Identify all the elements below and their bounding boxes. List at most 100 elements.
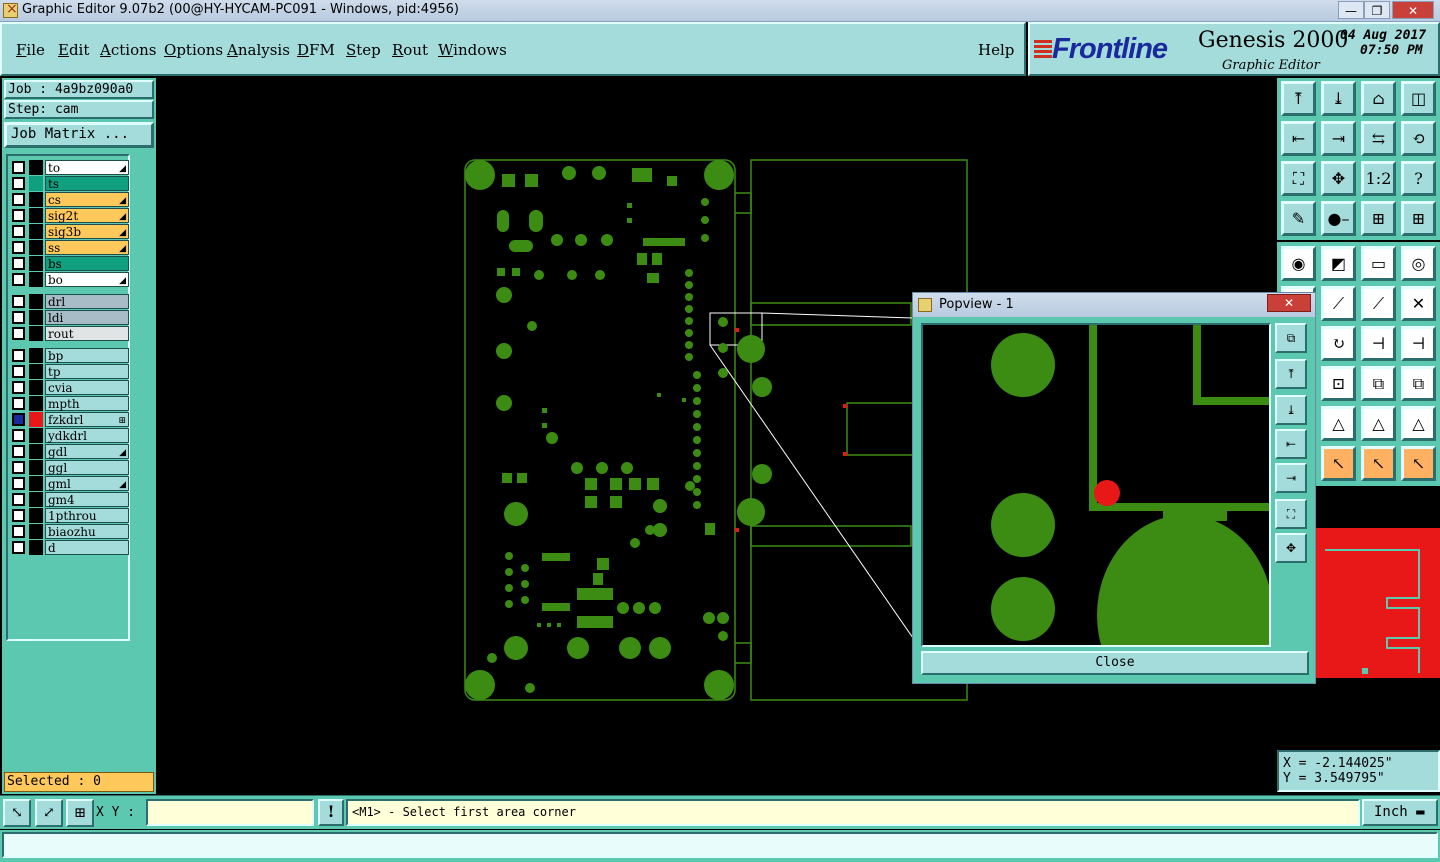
feature-3-icon[interactable]: ✕ xyxy=(1401,286,1436,321)
layer-row-ydkdrl[interactable]: ydkdrl xyxy=(10,428,129,443)
popview-fit-icon[interactable]: ⛶ xyxy=(1275,499,1307,529)
popview-pan-down-icon[interactable]: ⤓ xyxy=(1275,395,1307,425)
layer-name[interactable]: to ◢ xyxy=(45,160,129,175)
align-2-icon[interactable]: ⧉ xyxy=(1361,366,1396,401)
layer-color-swatch[interactable] xyxy=(29,176,43,191)
layer-color-swatch[interactable] xyxy=(29,364,43,379)
layer-checkbox[interactable] xyxy=(12,477,25,490)
layer-name[interactable]: bp xyxy=(45,348,129,363)
layer-row-cvia[interactable]: cvia xyxy=(10,380,129,395)
layer-name[interactable]: rout xyxy=(45,326,129,341)
layer-row-d[interactable]: d xyxy=(10,540,129,555)
menu-actions[interactable]: Actions xyxy=(100,41,156,59)
menu-dfm[interactable]: DFM xyxy=(297,41,335,59)
view-pan-3-icon[interactable]: ◫ xyxy=(1401,81,1436,116)
layer-name[interactable]: ydkdrl xyxy=(45,428,129,443)
layer-color-swatch[interactable] xyxy=(29,492,43,507)
layer-row-bp[interactable]: bp xyxy=(10,348,129,363)
popview-center-icon[interactable]: ✥ xyxy=(1275,533,1307,563)
layer-row-ggl[interactable]: ggl xyxy=(10,460,129,475)
layer-name[interactable]: ggl xyxy=(45,460,129,475)
layer-color-swatch[interactable] xyxy=(29,540,43,555)
profile-1-icon[interactable]: △ xyxy=(1321,406,1356,441)
layer-name[interactable]: sig3b ◢ xyxy=(45,224,129,239)
layer-name[interactable]: gdl ◢ xyxy=(45,444,129,459)
layer-row-gm4[interactable]: gm4 xyxy=(10,492,129,507)
layer-color-swatch[interactable] xyxy=(29,428,43,443)
layer-checkbox[interactable] xyxy=(12,177,25,190)
menu-options[interactable]: Options xyxy=(164,41,223,59)
layer-name[interactable]: mpth xyxy=(45,396,129,411)
layer-checkbox[interactable] xyxy=(12,349,25,362)
feature-1-icon[interactable]: ⟋ xyxy=(1321,286,1356,321)
layer-row-cs[interactable]: cs ◢ xyxy=(10,192,129,207)
menu-step[interactable]: Step xyxy=(346,41,381,59)
layer-color-swatch[interactable] xyxy=(29,476,43,491)
layer-checkbox[interactable] xyxy=(12,397,25,410)
layer-checkbox[interactable] xyxy=(12,509,25,522)
view-pan-0-icon[interactable]: ⤒ xyxy=(1281,81,1316,116)
layer-checkbox[interactable] xyxy=(12,193,25,206)
grid-icon[interactable]: ⊞ xyxy=(66,799,94,827)
layer-row-bs[interactable]: bs xyxy=(10,256,129,271)
layer-checkbox[interactable] xyxy=(12,541,25,554)
layer-row-to[interactable]: to ◢ xyxy=(10,160,129,175)
menu-edit[interactable]: Edit xyxy=(58,41,89,59)
layer-color-swatch[interactable] xyxy=(29,508,43,523)
pointer-3-icon[interactable]: ↖ xyxy=(1401,446,1436,481)
layer-checkbox[interactable] xyxy=(12,429,25,442)
zoom-0-icon[interactable]: ⛶ xyxy=(1281,161,1316,196)
xy-input[interactable] xyxy=(146,799,314,826)
layer-color-swatch[interactable] xyxy=(29,310,43,325)
pointer-2-icon[interactable]: ↖ xyxy=(1361,446,1396,481)
close-window-button[interactable]: ✕ xyxy=(1392,1,1434,19)
feature-2-icon[interactable]: ⟋ xyxy=(1361,286,1396,321)
layer-name[interactable]: bs xyxy=(45,256,129,271)
layer-checkbox[interactable] xyxy=(12,525,25,538)
view-pan-1-icon[interactable]: ⤓ xyxy=(1321,81,1356,116)
layer-name[interactable]: gml ◢ xyxy=(45,476,129,491)
layer-name[interactable]: tp xyxy=(45,364,129,379)
snap-2-icon[interactable]: ⊞ xyxy=(1361,201,1396,236)
layer-color-swatch[interactable] xyxy=(29,224,43,239)
layer-color-swatch[interactable] xyxy=(29,460,43,475)
layer-row-gml[interactable]: gml ◢ xyxy=(10,476,129,491)
job-matrix-button[interactable]: Job Matrix ... xyxy=(4,122,154,148)
popview-pan-up-icon[interactable]: ⤒ xyxy=(1275,359,1307,389)
popview-title-bar[interactable]: Popview - 1 ✕ xyxy=(913,293,1315,317)
popview-close-button[interactable]: Close xyxy=(921,651,1309,675)
layer-row-ss[interactable]: ss ◢ xyxy=(10,240,129,255)
pointer-1-icon[interactable]: ↖ xyxy=(1321,446,1356,481)
layer-row-drl[interactable]: drl xyxy=(10,294,129,309)
view-shift-0-icon[interactable]: ⇤ xyxy=(1281,121,1316,156)
layer-checkbox[interactable] xyxy=(12,445,25,458)
layer-color-swatch[interactable] xyxy=(29,272,43,287)
layer-row-1pthrou[interactable]: 1pthrou xyxy=(10,508,129,523)
layer-name[interactable]: d xyxy=(45,540,129,555)
layer-name[interactable]: cvia xyxy=(45,380,129,395)
layer-checkbox[interactable] xyxy=(12,413,25,426)
layer-checkbox[interactable] xyxy=(12,461,25,474)
layer-checkbox[interactable] xyxy=(12,257,25,270)
zoom-2-icon[interactable]: 1:2 xyxy=(1361,161,1396,196)
layer-color-swatch[interactable] xyxy=(29,348,43,363)
layer-row-biaozhu[interactable]: biaozhu xyxy=(10,524,129,539)
layer-checkbox[interactable] xyxy=(12,209,25,222)
layer-name[interactable]: ldi xyxy=(45,310,129,325)
profile-2-icon[interactable]: △ xyxy=(1361,406,1396,441)
layer-color-swatch[interactable] xyxy=(29,326,43,341)
measure-icon[interactable]: ⤢ xyxy=(35,799,63,827)
profile-3-icon[interactable]: △ xyxy=(1401,406,1436,441)
layer-color-swatch[interactable] xyxy=(29,380,43,395)
window-title-bar[interactable]: Graphic Editor 9.07b2 (00@HY-HYCAM-PC091… xyxy=(0,0,1440,22)
layer-checkbox[interactable] xyxy=(12,241,25,254)
select-1-icon[interactable]: ◩ xyxy=(1321,246,1356,281)
popview-pan-right-icon[interactable]: ⇥ xyxy=(1275,463,1307,493)
popview-close-x-button[interactable]: ✕ xyxy=(1267,294,1311,312)
view-shift-1-icon[interactable]: ⇥ xyxy=(1321,121,1356,156)
popview-zoom-icon[interactable]: ⧉ xyxy=(1275,323,1307,353)
layer-color-swatch[interactable] xyxy=(29,444,43,459)
layer-name[interactable]: biaozhu xyxy=(45,524,129,539)
align-3-icon[interactable]: ⧉ xyxy=(1401,366,1436,401)
layer-name[interactable]: gm4 xyxy=(45,492,129,507)
